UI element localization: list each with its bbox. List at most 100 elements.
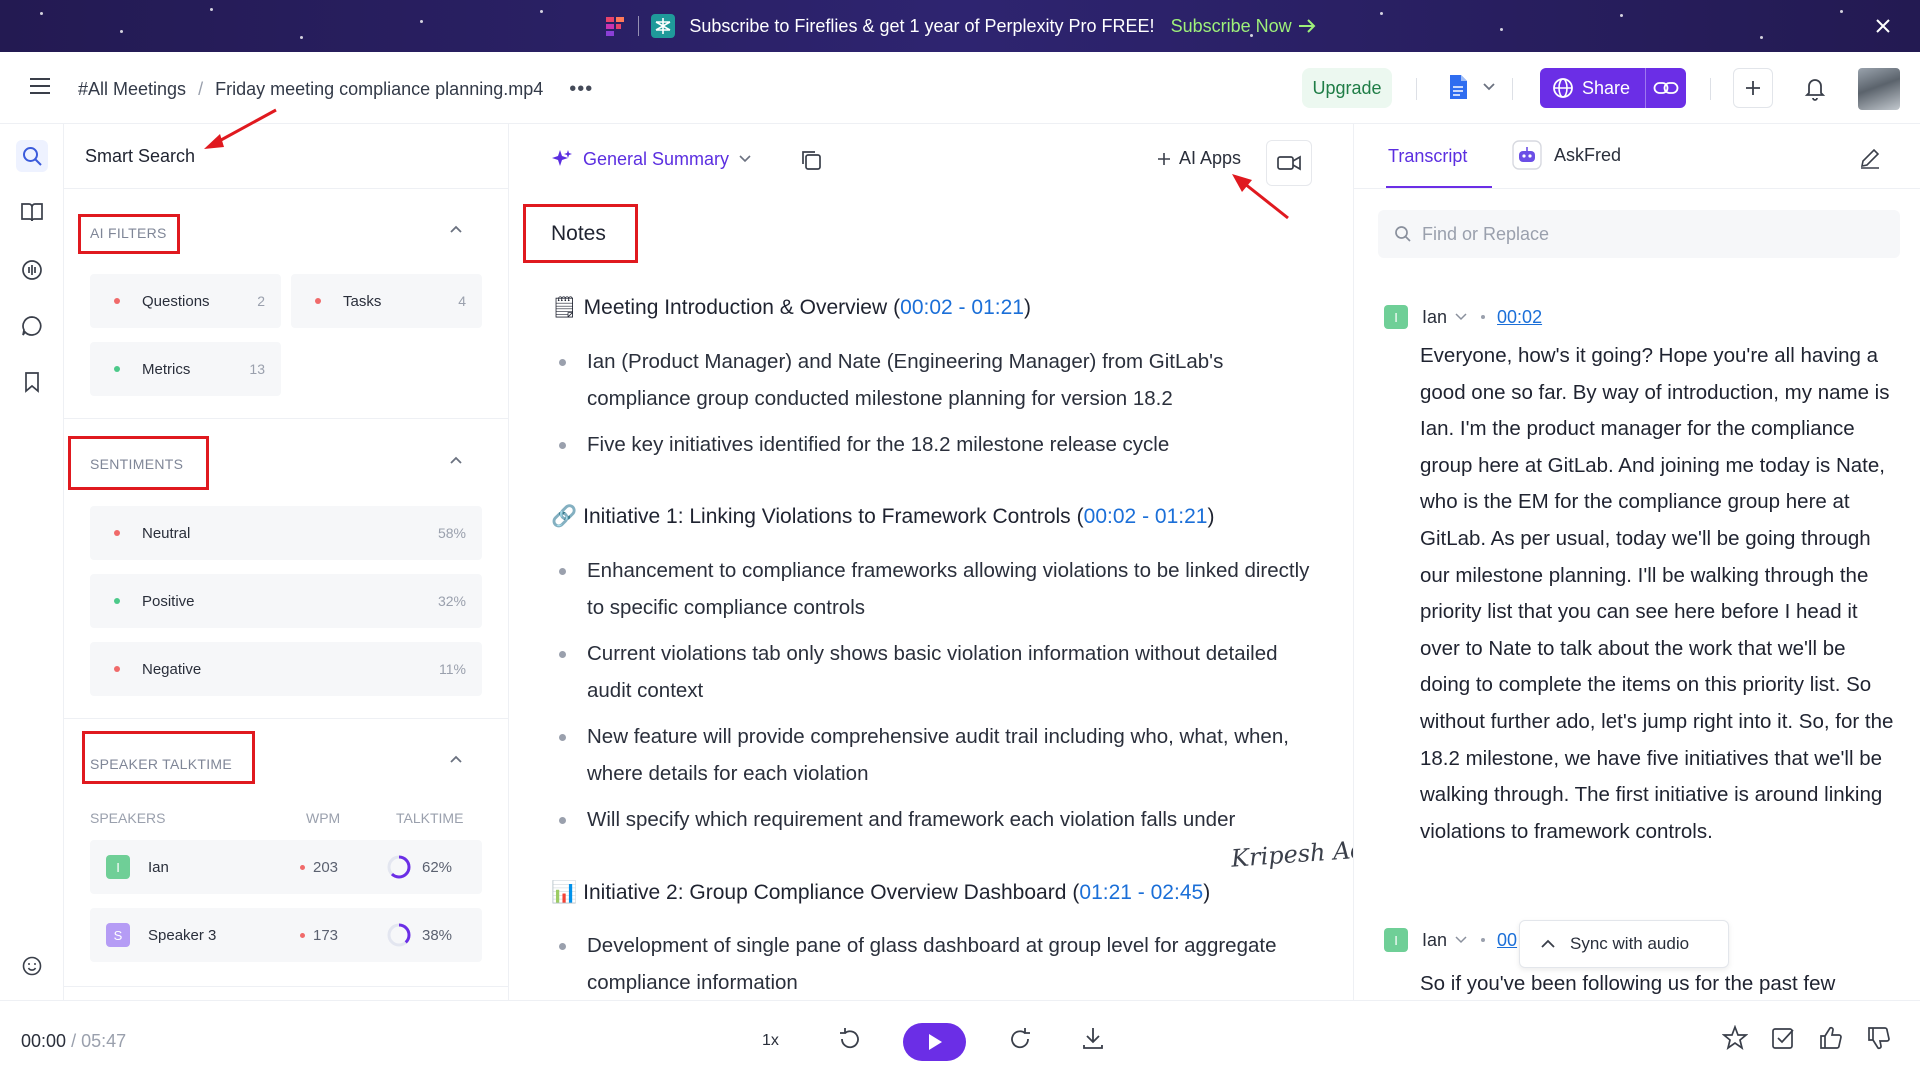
thumbs-down-icon[interactable] xyxy=(1866,1025,1892,1051)
playback-speed-button[interactable]: 1x xyxy=(762,1032,779,1050)
rail-bookmarks[interactable] xyxy=(16,366,48,398)
link-icon xyxy=(1653,82,1679,94)
filter-tasks[interactable]: Tasks 4 xyxy=(291,274,482,328)
video-camera-icon xyxy=(1277,155,1301,171)
meeting-file-name: Friday meeting compliance planning.mp4 xyxy=(215,79,544,99)
transcript-text: So if you've been following us for the p… xyxy=(1420,972,1836,995)
user-avatar[interactable] xyxy=(1858,68,1900,110)
promo-banner: Subscribe to Fireflies & get 1 year of P… xyxy=(0,0,1920,52)
share-button-group: Share xyxy=(1540,68,1686,108)
general-summary-dropdown[interactable]: General Summary xyxy=(551,148,751,170)
copy-notes-icon[interactable] xyxy=(799,148,823,172)
bar-chart-icon: 📊 xyxy=(551,881,578,904)
tab-transcript[interactable]: Transcript xyxy=(1388,146,1467,167)
edit-pencil-icon[interactable] xyxy=(1858,146,1882,170)
rewind-icon[interactable] xyxy=(836,1025,864,1053)
smiley-icon xyxy=(22,956,42,976)
hamburger-menu-icon[interactable] xyxy=(28,76,52,96)
copy-link-button[interactable] xyxy=(1646,80,1686,96)
book-open-icon xyxy=(21,203,43,222)
banner-close-icon[interactable] xyxy=(1872,15,1894,37)
link-icon: 🔗 xyxy=(551,505,578,528)
rail-feedback[interactable] xyxy=(16,950,48,982)
smart-search-title: Smart Search xyxy=(85,146,196,166)
ai-apps-button[interactable]: AI Apps xyxy=(1157,148,1241,169)
star-icon[interactable] xyxy=(1722,1025,1748,1051)
rail-audio[interactable] xyxy=(16,254,48,286)
collapse-ai-filters-icon[interactable] xyxy=(449,224,463,234)
chevron-down-icon[interactable] xyxy=(1455,936,1467,944)
breadcrumb: #All Meetings / Friday meeting complianc… xyxy=(78,78,593,101)
find-or-replace-input[interactable] xyxy=(1422,223,1862,245)
col-talktime: TALKTIME xyxy=(396,810,464,826)
transcript-speaker-line: I Ian 00:02 xyxy=(1384,305,1542,329)
timestamp-link[interactable]: 01:21 xyxy=(971,296,1024,319)
speaker-wpm: 173 xyxy=(313,926,339,944)
document-icon xyxy=(1450,75,1467,99)
more-options-button[interactable]: ••• xyxy=(569,78,593,101)
sentiment-positive[interactable]: Positive 32% xyxy=(90,574,482,628)
note-section-heading: 📊 Initiative 2: Group Compliance Overvie… xyxy=(551,881,1211,904)
breadcrumb-all-meetings[interactable]: #All Meetings xyxy=(78,79,186,100)
plus-icon xyxy=(1158,152,1170,165)
share-button[interactable]: Share xyxy=(1540,68,1646,108)
upgrade-button[interactable]: Upgrade xyxy=(1302,68,1392,108)
thumbs-up-icon[interactable] xyxy=(1818,1025,1844,1051)
transcript-panel: Transcript AskFred I Ian 00:02 Everyone,… xyxy=(1354,124,1920,1000)
col-wpm: WPM xyxy=(306,810,341,826)
sync-with-audio-button[interactable]: Sync with audio xyxy=(1519,920,1729,968)
rail-comments[interactable] xyxy=(16,310,48,342)
media-player-bar: 00:00 / 05:47 1x xyxy=(0,1000,1920,1080)
smart-search-panel: Smart Search AI FILTERS Questions 2 Task… xyxy=(64,124,509,1000)
arrow-right-icon xyxy=(1298,19,1316,33)
subscribe-now-link[interactable]: Subscribe Now xyxy=(1171,16,1316,37)
annotation-box-ai-filters xyxy=(78,214,180,254)
speaker-name: Ian xyxy=(148,858,169,876)
timestamp-link[interactable]: 00:02 xyxy=(1084,505,1137,528)
left-icon-rail xyxy=(0,124,64,1000)
filter-metrics[interactable]: Metrics 13 xyxy=(90,342,281,396)
collapse-talktime-icon[interactable] xyxy=(449,754,463,764)
rail-notes[interactable] xyxy=(16,196,48,228)
note-section-heading: 🔗 Initiative 1: Linking Violations to Fr… xyxy=(551,505,1215,528)
annotation-arrow-ai-apps xyxy=(1232,174,1289,220)
document-dropdown-button[interactable] xyxy=(1448,74,1496,100)
speaker-name[interactable]: Ian xyxy=(1422,930,1447,951)
rail-smart-search[interactable] xyxy=(16,140,48,172)
play-button[interactable] xyxy=(903,1023,966,1061)
timestamp-link[interactable]: 02:45 xyxy=(1151,881,1204,904)
col-speakers: SPEAKERS xyxy=(90,810,166,826)
sentiment-negative[interactable]: Negative 11% xyxy=(90,642,482,696)
chevron-down-icon xyxy=(739,155,751,163)
task-checkbox-icon[interactable] xyxy=(1770,1025,1796,1051)
breadcrumb-separator: / xyxy=(198,79,204,99)
app-root: Subscribe to Fireflies & get 1 year of P… xyxy=(0,0,1920,1080)
speaker-avatar: I xyxy=(106,855,130,879)
forward-icon[interactable] xyxy=(1006,1025,1034,1053)
speaker-row-ian[interactable]: I Ian 203 62% xyxy=(90,840,482,894)
find-or-replace-field xyxy=(1378,210,1900,258)
speaker-row-speaker-3[interactable]: S Speaker 3 173 38% xyxy=(90,908,482,962)
notification-bell-icon[interactable] xyxy=(1803,75,1827,101)
chevron-down-icon xyxy=(1483,83,1495,91)
timestamp-link[interactable]: 01:21 xyxy=(1079,881,1132,904)
speaker-name[interactable]: Ian xyxy=(1422,307,1447,328)
add-button[interactable] xyxy=(1733,68,1773,108)
current-time: 00:00 xyxy=(21,1031,67,1051)
banner-text: Subscribe to Fireflies & get 1 year of P… xyxy=(689,15,1155,36)
talktime-ring xyxy=(387,855,411,879)
chevron-down-icon[interactable] xyxy=(1455,313,1467,321)
collapse-sentiments-icon[interactable] xyxy=(449,455,463,465)
timestamp-link[interactable]: 01:21 xyxy=(1155,505,1208,528)
tab-askfred[interactable]: AskFred xyxy=(1512,140,1621,170)
download-icon[interactable] xyxy=(1080,1025,1106,1051)
filter-questions[interactable]: Questions 2 xyxy=(90,274,281,328)
transcript-speaker-line: I Ian 00 xyxy=(1384,928,1517,952)
transcript-timestamp[interactable]: 00:02 xyxy=(1497,307,1542,328)
note-bullet: Current violations tab only shows basic … xyxy=(551,635,1311,709)
sparkle-icon xyxy=(552,150,572,166)
timestamp-link[interactable]: 00:02 xyxy=(900,296,953,319)
transcript-timestamp[interactable]: 00 xyxy=(1497,930,1517,951)
sentiment-neutral[interactable]: Neutral 58% xyxy=(90,506,482,560)
robot-icon xyxy=(1512,140,1542,170)
